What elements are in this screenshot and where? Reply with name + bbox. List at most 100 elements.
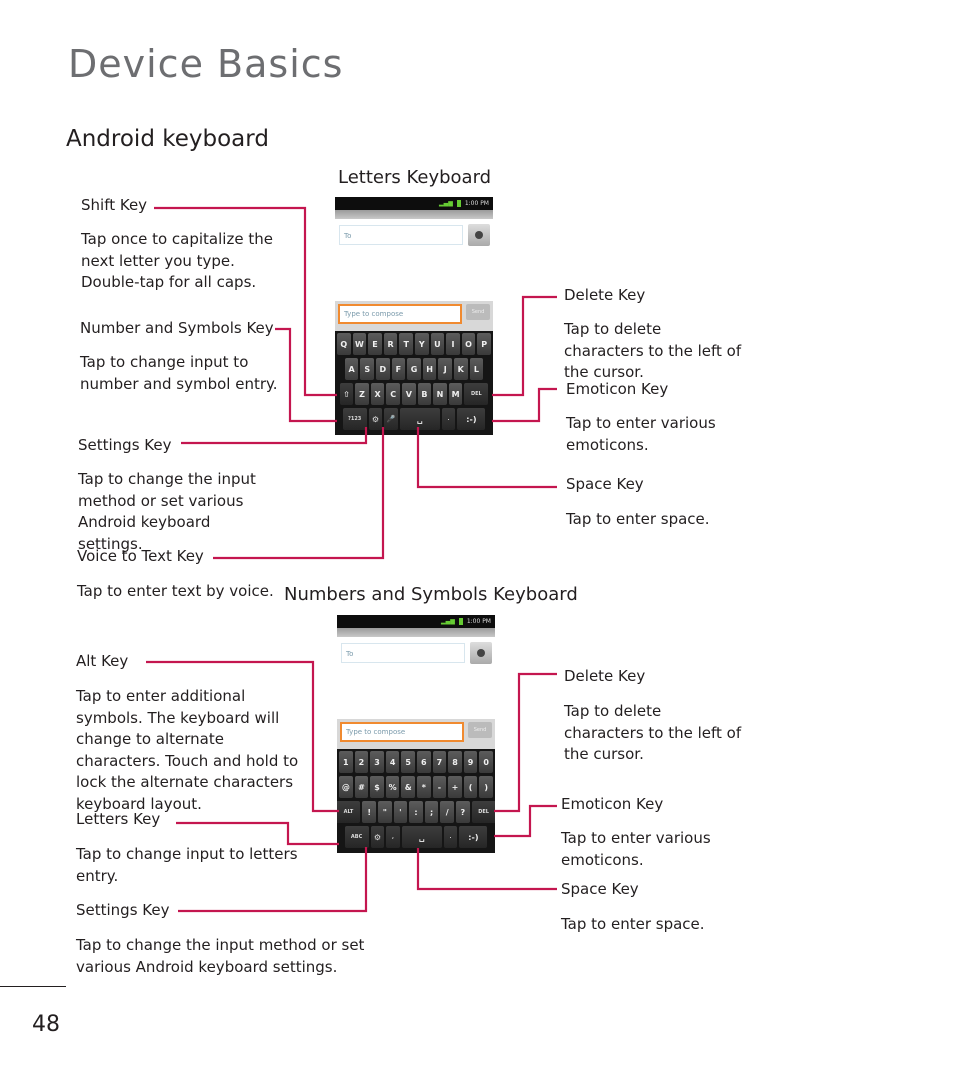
callout-label-letters-key: Letters Key: [76, 810, 161, 828]
to-field: To: [339, 225, 463, 245]
key: D: [376, 358, 390, 380]
space-key: ␣: [401, 826, 442, 848]
key: ": [378, 801, 392, 823]
callout-desc-delete-key: Tap to delete characters to the left of …: [564, 320, 742, 381]
letters-key: ABC: [344, 826, 369, 848]
key: %: [385, 776, 400, 798]
key-row-3: ⇧ Z X C V B N M DEL: [336, 383, 492, 405]
key: E: [368, 333, 382, 355]
period-key: .: [443, 826, 458, 848]
compose-field: Type to compose: [338, 304, 462, 324]
callout-label-settings-key-2: Settings Key: [76, 901, 170, 919]
shift-key: ⇧: [339, 383, 354, 405]
key: ): [479, 776, 493, 798]
key: ': [393, 801, 408, 823]
key: V: [402, 383, 416, 405]
leader-delete-key: [492, 295, 557, 397]
signal-icon: ▂▄▆: [438, 200, 453, 207]
leader-space-key-2: [416, 848, 557, 891]
compose-bar: Type to compose Send: [335, 301, 493, 331]
key: &: [401, 776, 415, 798]
key: P: [477, 333, 491, 355]
numbers-keyboard-title: Numbers and Symbols Keyboard: [284, 584, 578, 605]
compose-field: Type to compose: [340, 722, 464, 742]
key: M: [448, 383, 463, 405]
battery-icon: [456, 200, 461, 207]
key: Q: [337, 333, 351, 355]
status-time: 1:00 PM: [464, 200, 489, 207]
key: J: [438, 358, 452, 380]
leader-delete-key-2: [494, 672, 557, 813]
callout-label-space-key: Space Key: [566, 475, 644, 493]
callout-desc-delete-key-2: Tap to delete characters to the left of …: [564, 702, 742, 763]
key: R: [383, 333, 398, 355]
letters-keyboard-title: Letters Keyboard: [338, 167, 492, 188]
emoticon-key: :-): [459, 826, 488, 848]
title-bar: [337, 628, 495, 637]
key: -: [432, 776, 447, 798]
key: (: [463, 776, 478, 798]
key-row-2: A S D F G H J K L: [336, 358, 492, 380]
page-number: 48: [32, 1012, 60, 1037]
compose-bar: Type to compose Send: [337, 719, 495, 749]
delete-key: DEL: [464, 383, 489, 405]
key: #: [354, 776, 369, 798]
leader-emoticon-key: [492, 387, 557, 423]
callout-desc-voice-key: Tap to enter text by voice.: [77, 582, 274, 600]
key: 0: [479, 751, 493, 773]
callout-desc-emoticon-key-2: Tap to enter various emoticons.: [561, 829, 711, 869]
number-symbols-key: ?123: [342, 408, 367, 430]
key: U: [430, 333, 445, 355]
callout-label-emoticon-key-2: Emoticon Key: [561, 795, 664, 813]
key: 8: [448, 751, 462, 773]
status-bar: ▂▄▆ 1:00 PM: [335, 197, 493, 210]
callout-desc-number-symbols-key: Tap to change input to number and symbol…: [80, 353, 278, 393]
callout-desc-alt-key: Tap to enter additional symbols. The key…: [76, 687, 299, 813]
to-field: To: [341, 643, 465, 663]
settings-key: ⚙: [368, 408, 383, 430]
key: S: [360, 358, 375, 380]
key-row-3: ALT ! " ' : ; / ? DEL: [337, 801, 495, 823]
callout-label-voice-key: Voice to Text Key: [77, 547, 204, 565]
key: 9: [463, 751, 478, 773]
key-row-2: @ # $ % & * - + ( ): [338, 776, 494, 798]
leader-letters-key: [176, 821, 339, 846]
key: F: [391, 358, 406, 380]
key: O: [461, 333, 476, 355]
key: L: [469, 358, 484, 380]
leader-emoticon-key-2: [494, 804, 557, 838]
key: /: [440, 801, 454, 823]
contacts-icon: [468, 224, 490, 246]
callout-desc-settings-key-2: Tap to change the input method or set va…: [76, 936, 365, 976]
status-time: 1:00 PM: [466, 618, 491, 625]
key: +: [448, 776, 462, 798]
callout-desc-shift-key: Tap once to capitalize the next letter y…: [81, 230, 273, 291]
callout-label-number-symbols-key: Number and Symbols Key: [80, 319, 274, 337]
key: 2: [354, 751, 369, 773]
callout-label-space-key-2: Space Key: [561, 880, 639, 898]
key: 6: [417, 751, 431, 773]
key: ?: [455, 801, 470, 823]
key-row-1: Q W E R T Y U I O P: [336, 333, 492, 355]
space-key: ␣: [399, 408, 440, 430]
section-title: Android keyboard: [66, 126, 269, 152]
key-row-4: ABC ⚙ , ␣ . :-): [338, 826, 494, 848]
key-row-4: ?123 ⚙ 🎤 ␣ . :-): [336, 408, 492, 430]
page-title: Device Basics: [68, 42, 344, 86]
callout-desc-settings-key: Tap to change the input method or set va…: [78, 470, 256, 553]
key: W: [352, 333, 367, 355]
key: T: [399, 333, 413, 355]
key: K: [453, 358, 468, 380]
voice-key: 🎤: [384, 408, 398, 430]
key: $: [370, 776, 384, 798]
callout-desc-space-key: Tap to enter space.: [566, 510, 710, 528]
key: 4: [385, 751, 400, 773]
callout-desc-space-key-2: Tap to enter space.: [561, 915, 705, 933]
key: H: [422, 358, 437, 380]
send-button: Send: [466, 304, 490, 320]
key: 7: [432, 751, 447, 773]
keyboard: Q W E R T Y U I O P A S D F G H J K L ⇧ …: [335, 331, 493, 435]
key: ;: [424, 801, 439, 823]
callout-label-delete-key: Delete Key: [564, 286, 646, 304]
numbers-keyboard-screenshot: ▂▄▆ 1:00 PM To Type to compose Send 1 2 …: [337, 615, 495, 853]
